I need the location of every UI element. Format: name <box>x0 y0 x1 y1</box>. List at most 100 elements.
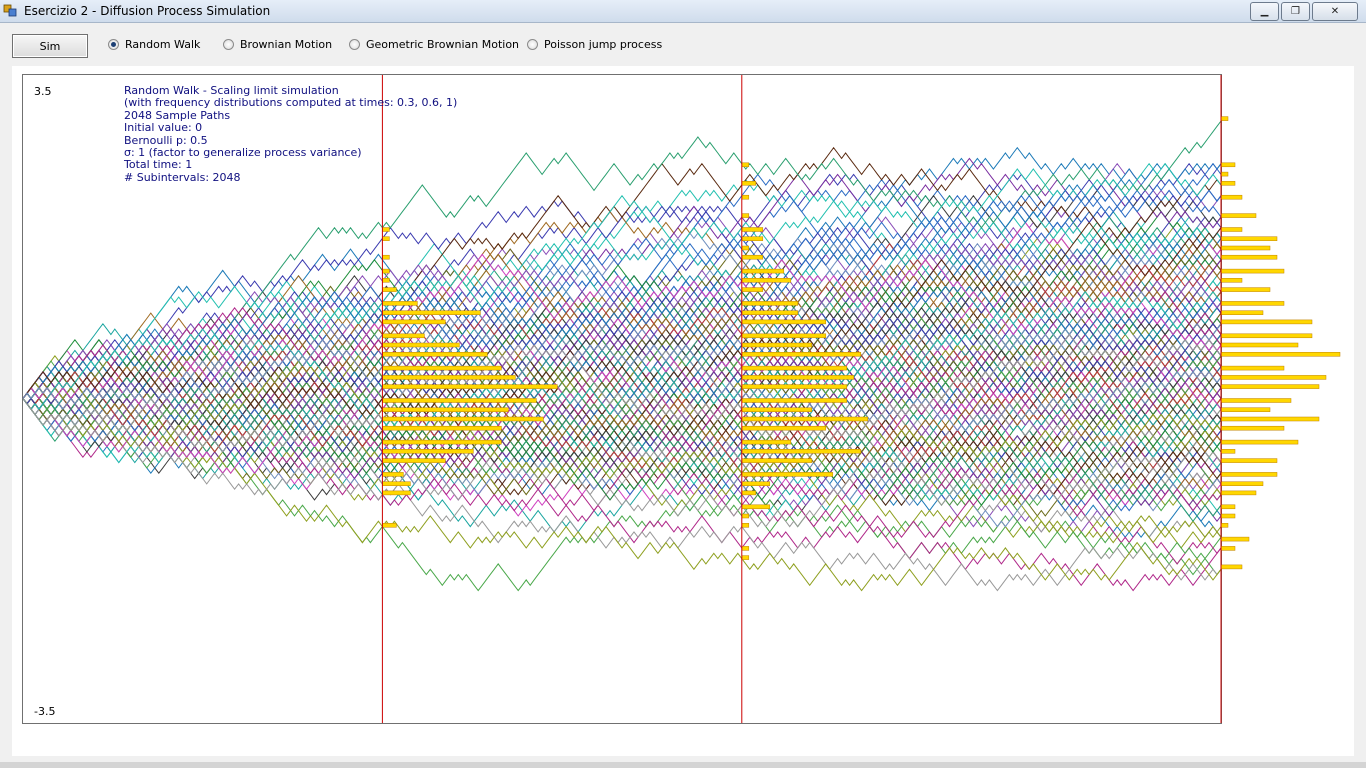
histogram-bar <box>1220 268 1285 274</box>
sample-path <box>22 386 1222 512</box>
histogram-bar <box>1220 439 1299 445</box>
sample-path <box>22 376 1222 501</box>
histogram-bar <box>741 181 757 186</box>
histogram-bar <box>1220 342 1299 348</box>
histogram-bar <box>1220 384 1320 389</box>
histogram-bar <box>382 407 509 412</box>
sample-path <box>22 398 1222 491</box>
histogram-bar <box>741 481 771 486</box>
histogram-bar <box>741 458 813 463</box>
histogram-bar <box>741 278 792 283</box>
histogram-bar <box>1220 546 1236 551</box>
histogram-bar <box>382 481 411 486</box>
info-subintervals: # Subintervals: 2048 <box>124 170 241 184</box>
histogram-bar <box>382 384 558 389</box>
sample-path <box>22 306 1222 432</box>
histogram-bar <box>382 375 516 380</box>
histogram-bar <box>382 365 502 371</box>
sample-path <box>22 328 1222 453</box>
sample-path <box>22 322 1222 459</box>
sample-path <box>22 365 1222 459</box>
histogram-bar <box>741 333 827 339</box>
histogram-bar <box>1220 564 1243 570</box>
histogram-bar <box>382 439 502 445</box>
histogram-bar <box>1220 490 1257 496</box>
histogram-bar <box>741 310 799 315</box>
sample-path <box>22 349 1222 485</box>
sample-path <box>22 306 1222 443</box>
histogram-bar <box>382 416 544 422</box>
histogram-bar <box>1220 352 1341 357</box>
histogram-bar <box>1220 116 1229 121</box>
sample-path <box>22 221 1222 411</box>
sample-path <box>22 290 1222 448</box>
info-total-time: Total time: 1 <box>124 158 193 172</box>
histogram-bar <box>741 227 764 232</box>
sample-path <box>22 322 1222 480</box>
histogram-bar <box>1220 254 1278 260</box>
sample-path <box>22 248 1222 416</box>
sample-path <box>22 323 1222 459</box>
sample-path <box>22 328 1222 453</box>
histogram-bar <box>1220 458 1278 463</box>
sample-path <box>22 328 1222 421</box>
histogram-bar <box>1220 416 1320 422</box>
sample-paths <box>22 120 1222 592</box>
sample-path <box>22 270 1222 437</box>
histogram-bar <box>382 398 537 403</box>
histogram-bar <box>741 375 855 380</box>
histogram-bar <box>1220 523 1229 528</box>
sample-path <box>22 291 1222 448</box>
sample-path <box>22 376 1222 533</box>
info-initial: Initial value: 0 <box>124 121 203 135</box>
sample-path <box>22 392 1222 528</box>
histogram-bar <box>741 504 771 510</box>
sample-path <box>22 365 1222 501</box>
sample-path <box>22 376 1222 565</box>
sample-path <box>22 381 1222 475</box>
histogram-bar <box>1220 407 1271 412</box>
sample-path <box>22 242 1222 453</box>
sample-path <box>22 264 1222 421</box>
histogram-bar <box>741 416 869 422</box>
histogram-bar <box>1220 278 1243 283</box>
histogram-bar <box>382 342 460 348</box>
histogram-bar <box>1220 236 1278 241</box>
histogram-bar <box>382 352 488 357</box>
histogram-bar <box>1220 319 1313 325</box>
histogram-bar <box>741 407 813 412</box>
histogram-bar <box>1220 365 1285 371</box>
histogram-bar <box>741 449 862 454</box>
histogram-bar <box>1220 245 1271 251</box>
histogram-bar <box>1220 162 1236 168</box>
sample-path <box>22 344 1222 469</box>
histogram-bar <box>1220 227 1243 232</box>
histogram-bar <box>741 490 757 496</box>
histogram-bar <box>1220 213 1257 218</box>
histogram-bar <box>741 425 827 431</box>
histogram-bar <box>382 425 502 431</box>
sample-path <box>22 398 1222 533</box>
sample-path <box>22 386 1222 576</box>
histogram-bar <box>741 287 764 292</box>
histogram-bar <box>741 236 764 241</box>
sample-path <box>22 242 1222 399</box>
sample-path <box>22 312 1222 448</box>
sample-path <box>22 354 1222 480</box>
histogram-bar <box>382 458 446 463</box>
sample-path <box>22 328 1222 421</box>
histogram-bar <box>1220 513 1236 519</box>
sample-path <box>22 296 1222 464</box>
histogram-bar <box>382 472 404 477</box>
taskbar-edge <box>0 762 1366 768</box>
sample-path <box>22 290 1222 427</box>
histogram-bar <box>741 268 785 274</box>
histogram-bar <box>382 310 481 315</box>
sample-path <box>22 354 1222 480</box>
sample-path <box>22 317 1222 443</box>
histogram-bar <box>1220 398 1292 403</box>
sample-path <box>22 376 1222 501</box>
sample-path <box>22 301 1222 437</box>
histogram-bar <box>1220 287 1271 292</box>
histogram-bar <box>1220 472 1278 477</box>
